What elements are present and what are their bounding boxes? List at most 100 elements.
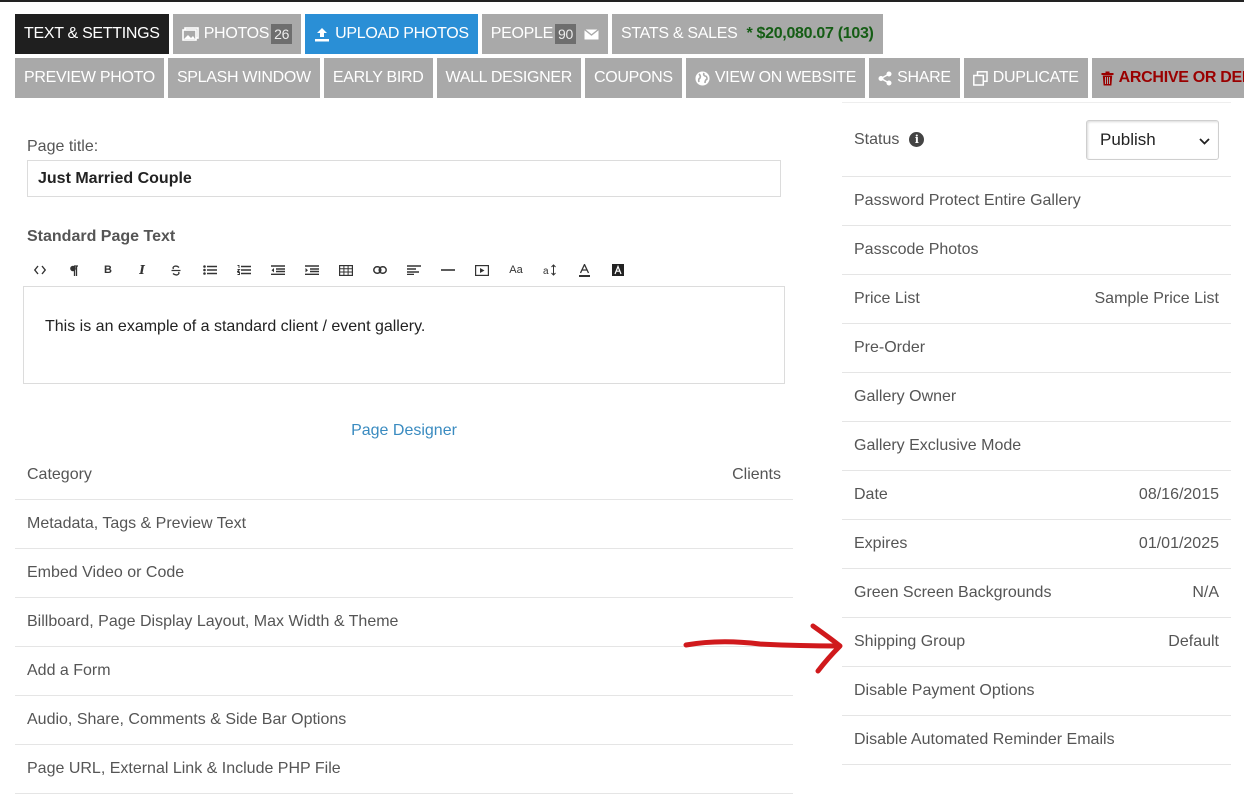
status-selected-value: Publish	[1100, 129, 1156, 149]
video-icon[interactable]	[465, 255, 499, 285]
setting-label: Pre-Order	[854, 339, 926, 356]
setting-value: Sample Price List	[1094, 290, 1220, 307]
sales-total: * $20,080.07 (103)	[746, 25, 874, 42]
tab-label: PHOTOS	[203, 25, 270, 42]
setting-label: Gallery Owner	[854, 388, 957, 405]
page-title-input[interactable]	[27, 160, 781, 197]
tab-preview-photo[interactable]: PREVIEW PHOTO	[15, 58, 164, 98]
code-icon[interactable]	[23, 255, 57, 285]
list-item[interactable]: Page URL, External Link & Include PHP Fi…	[15, 745, 793, 794]
tab-label: EARLY BIRD	[332, 69, 424, 86]
status-row: Status i Publish	[842, 102, 1231, 177]
outdent-icon[interactable]	[261, 255, 295, 285]
setting-label: Expires	[854, 535, 908, 552]
tab-upload-photos[interactable]: UPLOAD PHOTOS	[305, 14, 478, 54]
status-label-group: Status i	[854, 130, 925, 149]
list-item[interactable]: Add a Form	[15, 647, 793, 696]
tab-label: SPLASH WINDOW	[176, 69, 311, 86]
annotation-arrow-icon	[683, 623, 843, 674]
setting-password-protect[interactable]: Password Protect Entire Gallery	[842, 177, 1231, 226]
setting-value: Default	[1168, 633, 1219, 650]
page-designer-link[interactable]: Page Designer	[15, 422, 793, 440]
status-label: Status	[854, 130, 900, 148]
setting-value: 01/01/2025	[1138, 535, 1219, 552]
editor-content-area[interactable]: This is an example of a standard client …	[23, 287, 785, 384]
setting-value: N/A	[1192, 584, 1219, 601]
tab-stats-sales[interactable]: STATS & SALES * $20,080.07 (103)	[612, 14, 883, 54]
list-item-label: Add a Form	[27, 662, 111, 679]
tab-label: PREVIEW PHOTO	[24, 69, 155, 86]
tab-bar-primary: TEXT & SETTINGS PHOTOS 26 UPLOAD PHOTOS …	[15, 14, 883, 54]
tab-wall-designer[interactable]: WALL DESIGNER	[436, 58, 581, 98]
list-item-label: Billboard, Page Display Layout, Max Widt…	[27, 613, 399, 630]
tab-text-settings[interactable]: TEXT & SETTINGS	[15, 14, 169, 54]
envelope-icon[interactable]	[584, 28, 599, 40]
editor-text: This is an example of a standard client …	[45, 318, 426, 335]
tab-bar-secondary: PREVIEW PHOTO SPLASH WINDOW EARLY BIRD W…	[15, 58, 1244, 98]
font-size-icon[interactable]: Aa	[499, 255, 533, 285]
setting-pre-order[interactable]: Pre-Order	[842, 324, 1231, 373]
setting-gallery-owner[interactable]: Gallery Owner	[842, 373, 1231, 422]
tab-label: WALL DESIGNER	[445, 69, 573, 86]
setting-date[interactable]: Date 08/16/2015	[842, 471, 1231, 520]
line-height-icon[interactable]: a	[533, 255, 567, 285]
duplicate-icon	[972, 70, 988, 86]
strikethrough-icon[interactable]	[159, 255, 193, 285]
tab-label: DUPLICATE	[992, 69, 1079, 86]
list-item-label: Page URL, External Link & Include PHP Fi…	[27, 760, 341, 777]
bold-icon[interactable]: B	[91, 255, 125, 285]
tab-archive-or-delete[interactable]: ARCHIVE OR DELETE	[1091, 58, 1244, 98]
status-select[interactable]: Publish	[1086, 119, 1219, 160]
setting-green-screen[interactable]: Green Screen Backgrounds N/A	[842, 569, 1231, 618]
category-list: Category Clients Metadata, Tags & Previe…	[15, 451, 793, 794]
tab-duplicate[interactable]: DUPLICATE	[963, 58, 1088, 98]
numbered-list-icon[interactable]	[227, 255, 261, 285]
setting-passcode-photos[interactable]: Passcode Photos	[842, 226, 1231, 275]
list-item[interactable]: Embed Video or Code	[15, 549, 793, 598]
setting-shipping-group[interactable]: Shipping Group Default	[842, 618, 1231, 667]
tab-share[interactable]: SHARE	[869, 58, 960, 98]
tab-photos[interactable]: PHOTOS 26	[172, 14, 302, 54]
tab-coupons[interactable]: COUPONS	[585, 58, 682, 98]
text-color-icon[interactable]	[567, 255, 601, 285]
horizontal-rule-icon[interactable]	[431, 255, 465, 285]
list-item[interactable]: Audio, Share, Comments & Side Bar Option…	[15, 696, 793, 745]
table-icon[interactable]	[329, 255, 363, 285]
upload-icon	[314, 27, 330, 42]
info-icon[interactable]: i	[909, 132, 925, 147]
tab-splash-window[interactable]: SPLASH WINDOW	[167, 58, 320, 98]
list-item[interactable]: Metadata, Tags & Preview Text	[15, 500, 793, 549]
page-title-label: Page title:	[27, 138, 99, 155]
setting-label: Disable Automated Reminder Emails	[854, 731, 1115, 748]
tab-early-bird[interactable]: EARLY BIRD	[323, 58, 433, 98]
setting-expires[interactable]: Expires 01/01/2025	[842, 520, 1231, 569]
share-icon	[878, 71, 892, 86]
standard-page-text-label: Standard Page Text	[27, 228, 176, 245]
category-header: Category	[27, 466, 92, 483]
indent-icon[interactable]	[295, 255, 329, 285]
list-item[interactable]: Billboard, Page Display Layout, Max Widt…	[15, 598, 793, 647]
setting-price-list[interactable]: Price List Sample Price List	[842, 275, 1231, 324]
align-icon[interactable]	[397, 255, 431, 285]
tab-label: STATS & SALES	[621, 25, 738, 42]
list-item-label: Metadata, Tags & Preview Text	[27, 515, 247, 532]
setting-gallery-exclusive-mode[interactable]: Gallery Exclusive Mode	[842, 422, 1231, 471]
tab-label: PEOPLE	[490, 25, 554, 42]
paragraph-icon[interactable]	[57, 255, 91, 285]
tab-label: UPLOAD PHOTOS	[335, 25, 469, 42]
background-color-icon[interactable]	[601, 255, 635, 285]
setting-disable-reminder-emails[interactable]: Disable Automated Reminder Emails	[842, 716, 1231, 765]
svg-text:a: a	[543, 266, 549, 276]
italic-icon[interactable]: I	[125, 255, 159, 285]
tab-people[interactable]: PEOPLE 90	[481, 14, 608, 54]
list-item-label: Audio, Share, Comments & Side Bar Option…	[27, 711, 347, 728]
tab-label: SHARE	[897, 69, 951, 86]
tab-label: COUPONS	[594, 69, 673, 86]
tab-view-on-website[interactable]: VIEW ON WEBSITE	[685, 58, 866, 98]
setting-disable-payment[interactable]: Disable Payment Options	[842, 667, 1231, 716]
clients-header[interactable]: Clients	[732, 466, 781, 484]
tab-label: VIEW ON WEBSITE	[714, 69, 857, 86]
bullet-list-icon[interactable]	[193, 255, 227, 285]
link-icon[interactable]	[363, 255, 397, 285]
setting-value: 08/16/2015	[1138, 486, 1219, 503]
